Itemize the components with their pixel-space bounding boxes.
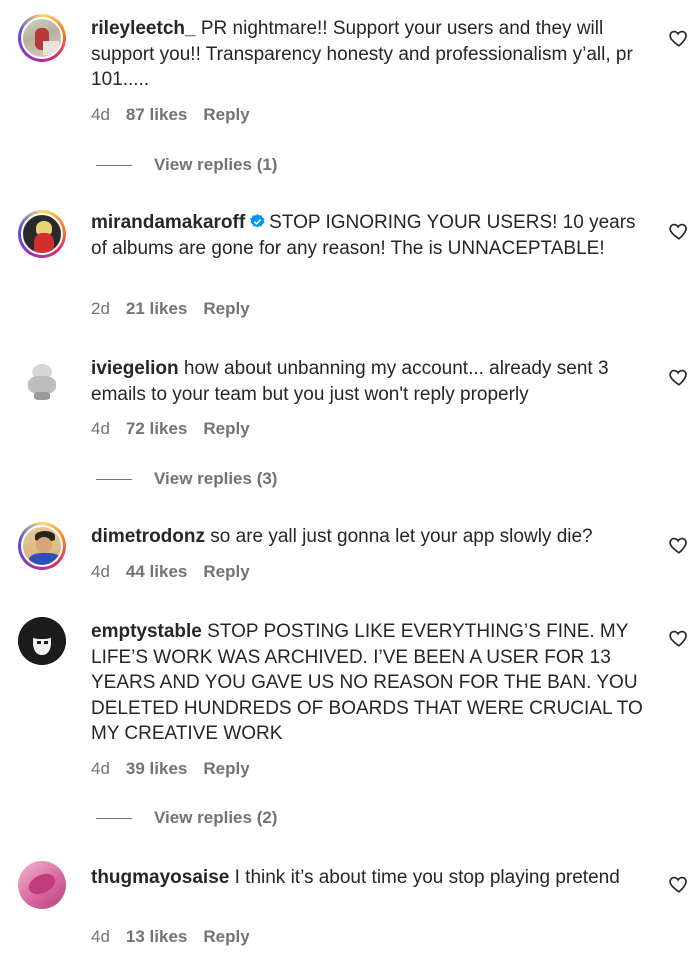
- divider: [96, 164, 132, 166]
- timestamp: 4d: [91, 562, 110, 581]
- username[interactable]: thugmayosaise: [91, 867, 229, 888]
- divider: [96, 478, 132, 480]
- heart-icon[interactable]: [668, 627, 690, 649]
- view-replies-label: View replies (3): [154, 469, 278, 488]
- avatar[interactable]: [18, 356, 66, 404]
- likes-count[interactable]: 21 likes: [126, 299, 187, 319]
- likes-count[interactable]: 13 likes: [126, 927, 187, 947]
- reply-button[interactable]: Reply: [203, 419, 249, 439]
- reply-button[interactable]: Reply: [203, 562, 249, 582]
- timestamp: 2d: [91, 299, 110, 318]
- avatar[interactable]: [18, 14, 66, 62]
- comment-text: mirandamakaroff STOP IGNORING YOUR USERS!…: [91, 210, 651, 261]
- comment-body: so are yall just gonna let your app slow…: [210, 526, 593, 547]
- view-replies-button[interactable]: View replies (2): [96, 808, 277, 828]
- heart-icon[interactable]: [668, 873, 690, 895]
- heart-icon[interactable]: [668, 27, 690, 49]
- reply-button[interactable]: Reply: [203, 299, 249, 319]
- comment-meta: 4d 39 likes Reply: [91, 759, 250, 779]
- comment-meta: 4d 13 likes Reply: [91, 927, 250, 947]
- timestamp: 4d: [91, 927, 110, 946]
- avatar[interactable]: [18, 210, 66, 258]
- timestamp: 4d: [91, 419, 110, 438]
- likes-count[interactable]: 72 likes: [126, 419, 187, 439]
- comment-meta: 2d 21 likes Reply: [91, 299, 250, 319]
- heart-icon[interactable]: [668, 366, 690, 388]
- view-replies-button[interactable]: View replies (3): [96, 469, 277, 489]
- reply-button[interactable]: Reply: [203, 927, 249, 947]
- timestamp: 4d: [91, 759, 110, 778]
- comment-text: emptystable STOP POSTING LIKE EVERYTHING…: [91, 619, 651, 747]
- comment-text: dimetrodonz so are yall just gonna let y…: [91, 524, 651, 550]
- avatar[interactable]: [18, 522, 66, 570]
- comment-meta: 4d 44 likes Reply: [91, 562, 250, 582]
- view-replies-label: View replies (2): [154, 808, 278, 827]
- username[interactable]: rileyleetch_: [91, 18, 196, 39]
- comment-meta: 4d 72 likes Reply: [91, 419, 250, 439]
- heart-icon[interactable]: [668, 534, 690, 556]
- reply-button[interactable]: Reply: [203, 759, 249, 779]
- avatar[interactable]: [18, 617, 66, 665]
- divider: [96, 817, 132, 819]
- view-replies-button[interactable]: View replies (1): [96, 155, 277, 175]
- username[interactable]: emptystable: [91, 621, 202, 642]
- view-replies-label: View replies (1): [154, 155, 278, 174]
- avatar[interactable]: [18, 861, 66, 909]
- verified-badge-icon: [250, 214, 265, 228]
- reply-button[interactable]: Reply: [203, 105, 249, 125]
- username[interactable]: dimetrodonz: [91, 526, 205, 547]
- username[interactable]: mirandamakaroff: [91, 212, 245, 233]
- comment-text: rileyleetch_ PR nightmare!! Support your…: [91, 16, 651, 93]
- comment-meta: 4d 87 likes Reply: [91, 105, 250, 125]
- timestamp: 4d: [91, 105, 110, 124]
- comment-text: iviegelion how about unbanning my accoun…: [91, 356, 651, 407]
- comment-text: thugmayosaise I think it’s about time yo…: [91, 865, 651, 891]
- username[interactable]: iviegelion: [91, 358, 179, 379]
- comment-body: I think it’s about time you stop playing…: [234, 867, 620, 888]
- heart-icon[interactable]: [668, 220, 690, 242]
- likes-count[interactable]: 44 likes: [126, 562, 187, 582]
- likes-count[interactable]: 87 likes: [126, 105, 187, 125]
- likes-count[interactable]: 39 likes: [126, 759, 187, 779]
